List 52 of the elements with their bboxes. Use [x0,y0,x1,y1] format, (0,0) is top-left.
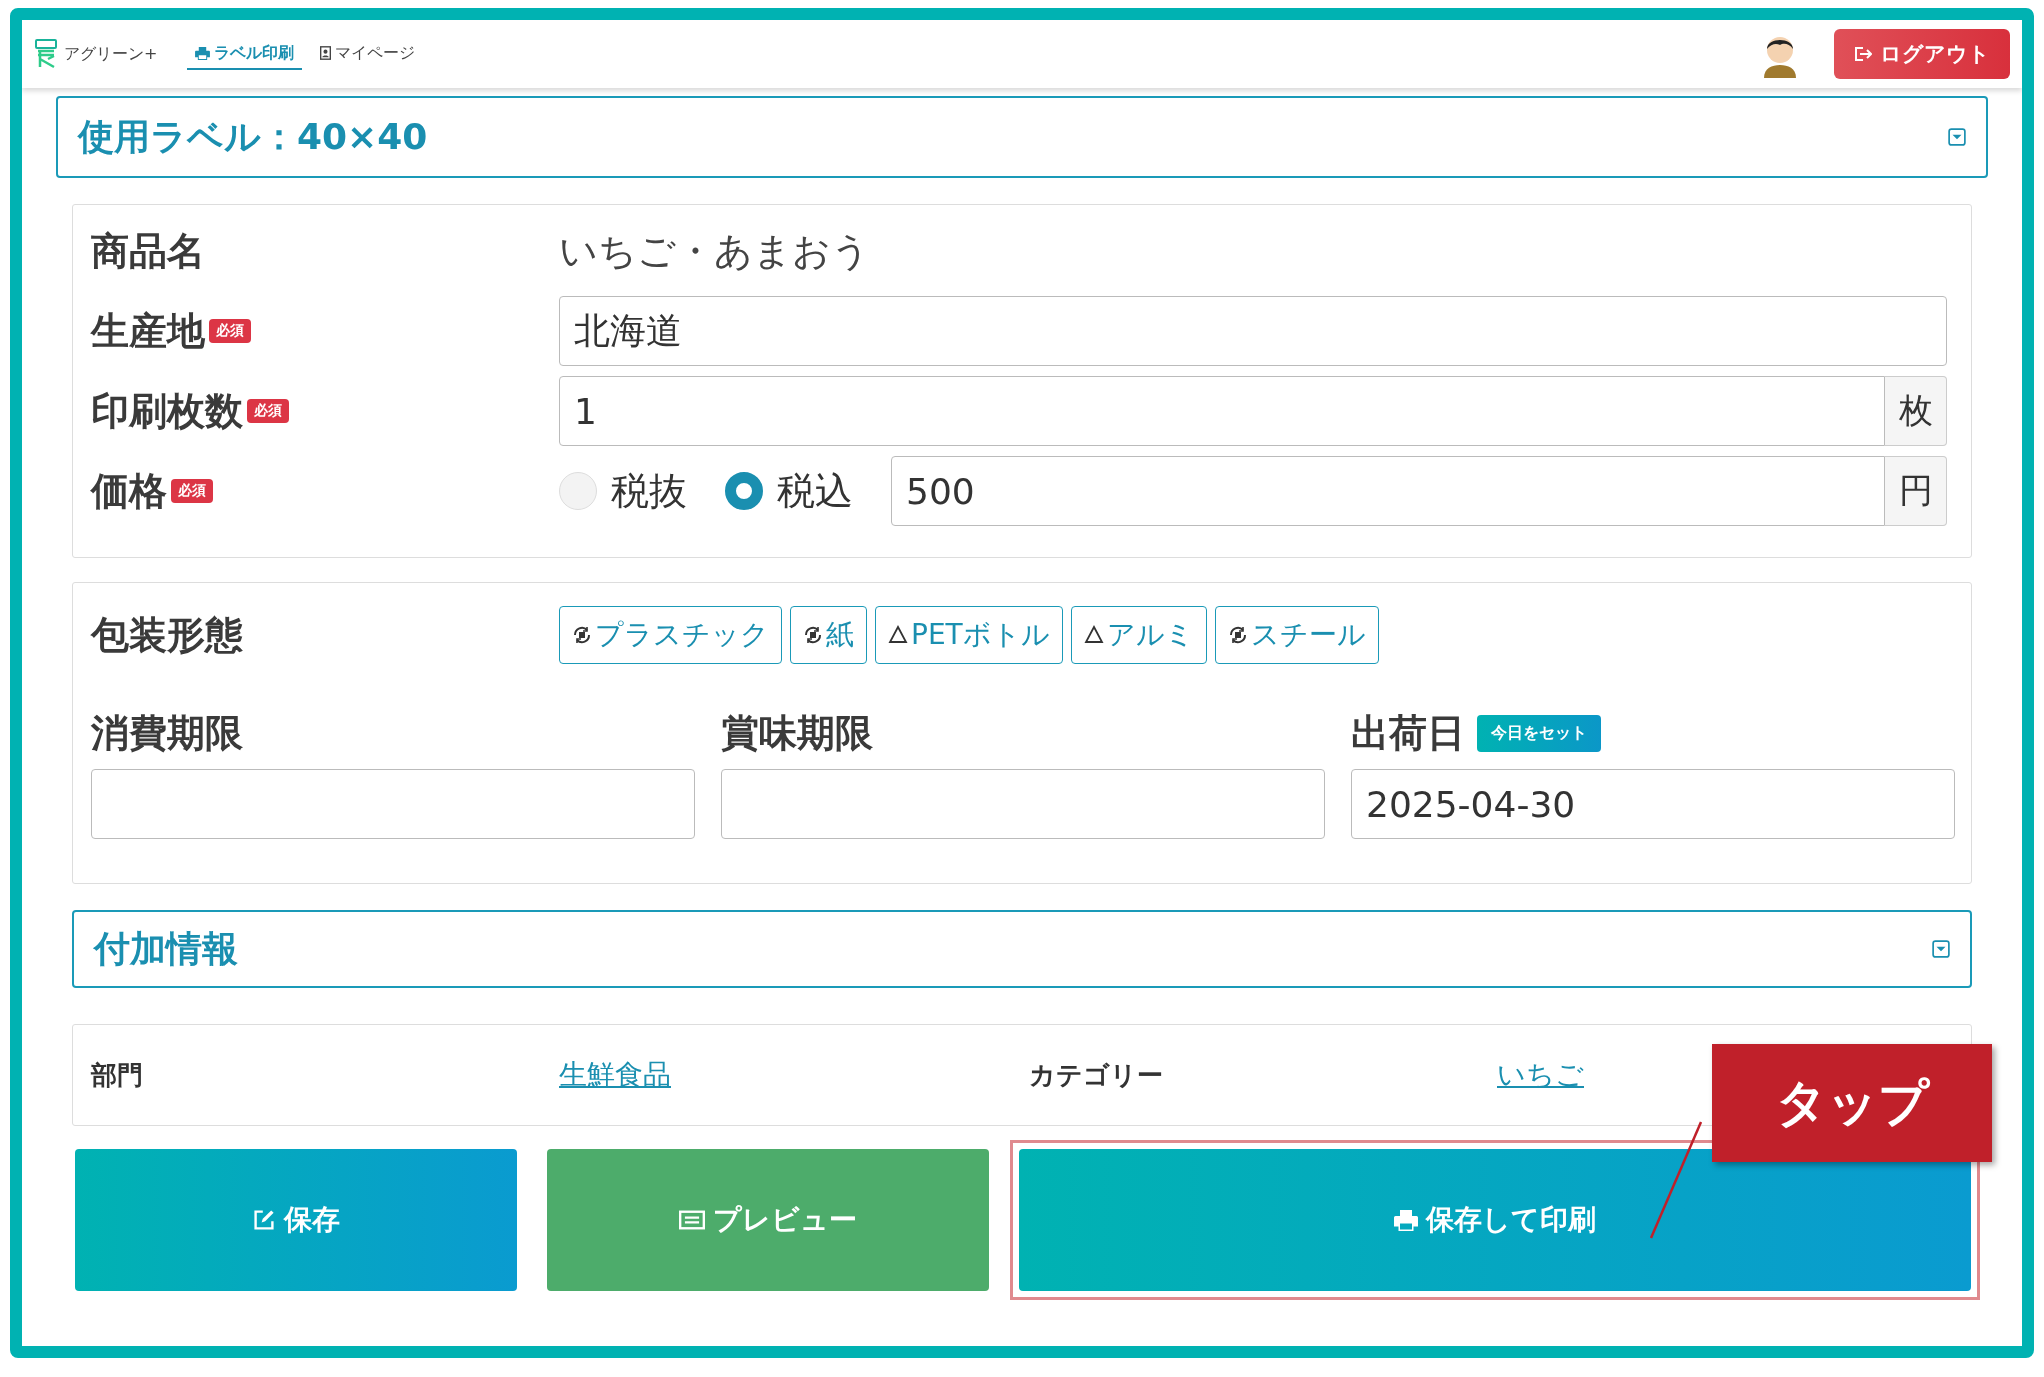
field-label: 包装形態 [91,611,243,659]
logo-text: アグリーン+ [64,43,158,65]
unit-label: 枚 [1885,376,1947,446]
packaging-button[interactable]: PETボトル [875,606,1063,664]
field-label: 価格 [91,467,167,515]
packaging-button[interactable]: プラスチック [559,606,782,664]
tax-radio[interactable]: 税抜 [559,465,687,517]
radio-label: 税抜 [611,467,687,515]
edit-icon [252,1208,276,1232]
additional-info-header[interactable]: 付加情報 [72,910,1972,988]
set-today-button[interactable]: 今日をセット [1477,714,1601,752]
logo-icon [34,39,58,69]
date-field[interactable] [91,769,695,839]
field-label: 印刷枚数 [91,387,243,435]
number-field[interactable]: 1 [559,376,1885,446]
required-badge: 必須 [209,319,251,343]
action-button[interactable]: 保存して印刷 [1019,1149,1971,1291]
radio-circle[interactable] [725,472,763,510]
category-label: 部門 [91,1058,144,1092]
unit-label: 円 [1885,456,1947,526]
logout-button[interactable]: ログアウト [1834,29,2010,79]
printer-icon [195,46,211,60]
date-field[interactable]: 2025-04-30 [1351,769,1955,839]
text-field[interactable]: 北海道 [559,296,1947,366]
date-label: 賞味期限 [721,709,873,757]
product-name: いちご・あまおう [559,227,870,275]
date-field[interactable] [721,769,1325,839]
category-link[interactable]: 生鮮食品 [559,1056,671,1094]
action-button[interactable]: プレビュー [547,1149,989,1291]
nav-tab[interactable]: マイページ [312,38,424,70]
nav-tab[interactable]: ラベル印刷 [187,38,303,70]
required-badge: 必須 [247,399,289,423]
label-size-header[interactable]: 使用ラベル：40×40 [56,96,1988,178]
document-icon [679,1209,705,1231]
id-card-icon [320,46,332,60]
required-badge: 必須 [171,479,213,503]
category-label: カテゴリー [1029,1058,1164,1092]
radio-label: 税込 [777,467,853,515]
field-label: 商品名 [91,227,205,275]
category-link[interactable]: いちご [1497,1056,1584,1094]
price-field[interactable]: 500 [891,456,1885,526]
action-button[interactable]: 保存 [75,1149,517,1291]
packaging-button[interactable]: 紙 [790,606,867,664]
callout-box: タップ [1712,1044,1992,1162]
field-label: 生産地 [91,307,205,355]
packaging-button[interactable]: アルミ [1070,606,1207,664]
date-label: 消費期限 [91,709,243,757]
packaging-button[interactable]: スチール [1214,606,1379,664]
tax-radio[interactable]: 税込 [725,465,853,517]
printer-icon [1394,1209,1418,1231]
date-label: 出荷日 [1351,709,1465,757]
logout-icon [1854,46,1872,62]
